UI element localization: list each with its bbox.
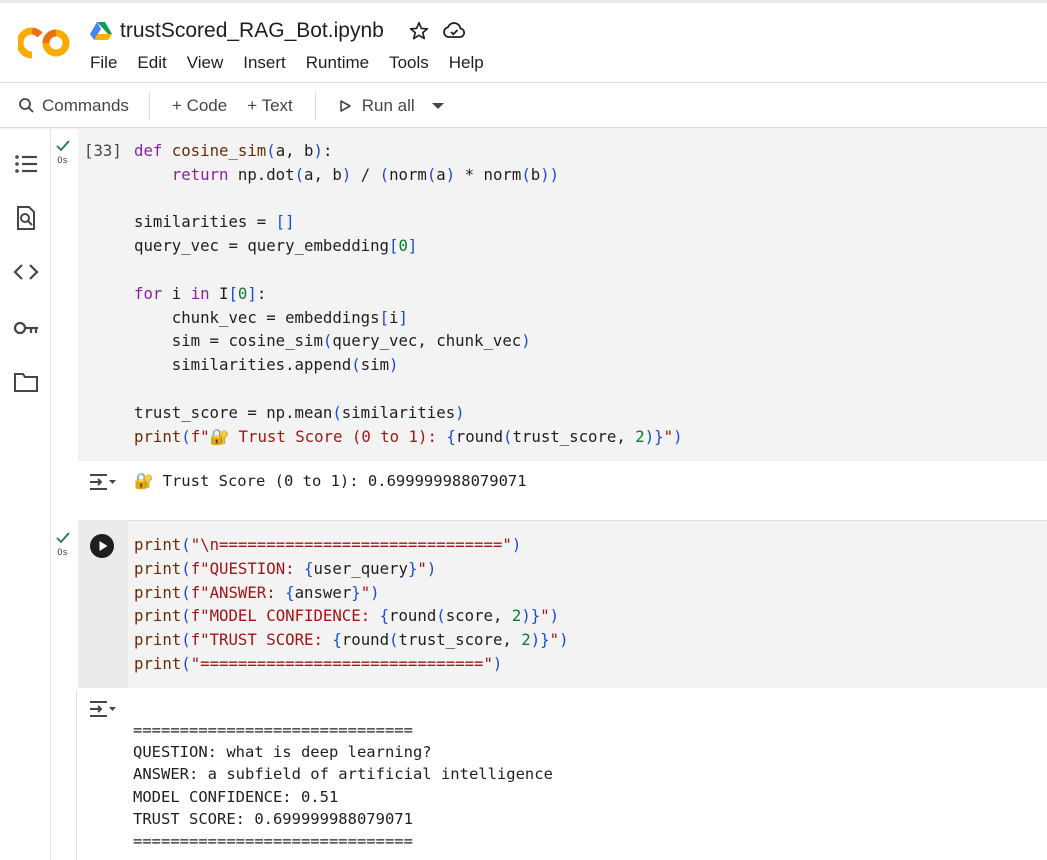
- menu-view[interactable]: View: [187, 53, 224, 73]
- run-all-dropdown[interactable]: [431, 90, 445, 122]
- success-check-icon: [56, 140, 70, 152]
- commands-label: Commands: [42, 95, 129, 115]
- toolbar-divider: [314, 91, 316, 120]
- star-icon[interactable]: [408, 20, 430, 42]
- colab-logo[interactable]: [18, 25, 70, 61]
- menu-tools[interactable]: Tools: [389, 53, 429, 73]
- add-code-label: + Code: [171, 95, 228, 115]
- cell-output-2: ============================== QUESTION: …: [133, 719, 553, 852]
- success-check-icon: [56, 532, 70, 544]
- output-line: ==============================: [133, 721, 413, 739]
- exec-count[interactable]: [33]: [84, 141, 122, 160]
- exec-time: 0s: [57, 548, 68, 558]
- output-line: ANSWER: a subfield of artificial intelli…: [133, 765, 553, 784]
- menu-edit[interactable]: Edit: [137, 53, 166, 73]
- output-line: MODEL CONFIDENCE: 0.51: [133, 787, 339, 806]
- output-border: [76, 690, 77, 860]
- add-text-label: + Text: [247, 95, 293, 115]
- chevron-down-icon: [431, 102, 444, 109]
- toolbar-divider: [148, 91, 150, 120]
- toolbar: Commands + Code + Text Run all: [0, 84, 1047, 128]
- menu-file[interactable]: File: [90, 53, 117, 73]
- add-text-button[interactable]: + Text: [247, 90, 293, 122]
- search-icon: [19, 97, 34, 113]
- run-all-label: Run all: [361, 95, 415, 115]
- code-editor-2[interactable]: print("\n=============================="…: [134, 533, 569, 676]
- play-outline-icon: [339, 99, 351, 112]
- notebook-title[interactable]: trustScored_RAG_Bot.ipynb: [120, 19, 384, 43]
- add-code-button[interactable]: + Code: [172, 90, 227, 122]
- secrets-key-icon[interactable]: [13, 315, 39, 341]
- cell-output-1: 🔐 Trust Score (0 to 1): 0.69999998807907…: [134, 472, 527, 490]
- cloud-saved-icon[interactable]: [442, 20, 466, 42]
- play-icon: [99, 541, 108, 551]
- menu-bar: File Edit View Insert Runtime Tools Help: [90, 53, 504, 73]
- header: trustScored_RAG_Bot.ipynb File Edit View…: [0, 3, 1047, 83]
- menu-runtime[interactable]: Runtime: [306, 53, 369, 73]
- left-rail: [0, 129, 51, 860]
- google-drive-icon[interactable]: [90, 21, 112, 41]
- commands-button[interactable]: Commands: [18, 90, 129, 122]
- files-folder-icon[interactable]: [13, 369, 39, 395]
- table-of-contents-icon[interactable]: [13, 151, 39, 177]
- code-editor-1[interactable]: def cosine_sim(a, b): return np.dot(a, b…: [134, 139, 683, 448]
- output-actions-icon[interactable]: [89, 472, 117, 492]
- output-line: ==============================: [133, 832, 413, 851]
- title-row: trustScored_RAG_Bot.ipynb: [90, 16, 466, 46]
- find-icon[interactable]: [13, 205, 39, 231]
- menu-insert[interactable]: Insert: [243, 53, 286, 73]
- exec-time: 0s: [57, 156, 68, 166]
- output-line: QUESTION: what is deep learning?: [133, 743, 432, 762]
- code-snippets-icon[interactable]: [13, 259, 39, 285]
- run-all-button[interactable]: Run all: [338, 90, 415, 122]
- menu-help[interactable]: Help: [449, 53, 484, 73]
- run-cell-button[interactable]: [90, 534, 114, 558]
- output-actions-icon[interactable]: [89, 699, 117, 719]
- output-line: TRUST SCORE: 0.699999988079071: [133, 809, 413, 828]
